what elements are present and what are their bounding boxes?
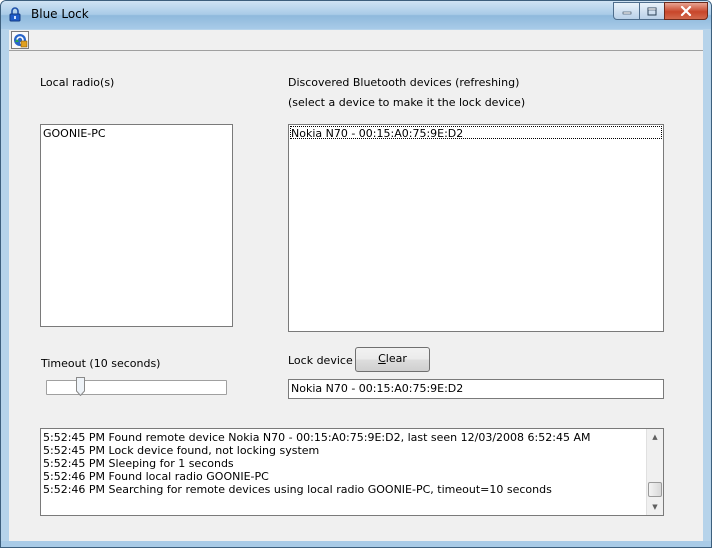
app-window: Blue Lock Local radio(s) Discovered Blue… (0, 0, 712, 548)
window-bottom-border (1, 541, 711, 547)
log-scrollbar[interactable]: ▲ ▼ (646, 429, 663, 515)
title-bar[interactable]: Blue Lock (1, 1, 711, 29)
local-radio-item[interactable]: GOONIE-PC (43, 127, 106, 140)
close-icon (680, 6, 692, 16)
minimize-icon (622, 11, 631, 15)
refresh-button[interactable] (11, 31, 29, 49)
clear-button-label: lear (385, 352, 407, 365)
log-line: 5:52:45 PM Sleeping for 1 seconds (43, 457, 234, 470)
bluetooth-lock-icon (8, 7, 22, 22)
maximize-icon (647, 7, 657, 15)
window-title: Blue Lock (31, 7, 89, 21)
discovered-devices-label: Discovered Bluetooth devices (refreshing… (288, 76, 520, 89)
local-radios-label: Local radio(s) (40, 76, 115, 89)
scroll-down-icon[interactable]: ▼ (647, 499, 663, 515)
lock-device-field[interactable]: Nokia N70 - 00:15:A0:75:9E:D2 (288, 379, 664, 399)
log-line: 5:52:46 PM Searching for remote devices … (43, 483, 552, 496)
refresh-icon (14, 34, 28, 48)
log-line: 5:52:45 PM Lock device found, not lockin… (43, 444, 320, 457)
device-item[interactable]: Nokia N70 - 00:15:A0:75:9E:D2 (291, 127, 463, 140)
activity-log[interactable]: 5:52:45 PM Found remote device Nokia N70… (40, 428, 664, 516)
maximize-button[interactable] (639, 2, 665, 20)
discovered-devices-list[interactable]: Nokia N70 - 00:15:A0:75:9E:D2 (288, 124, 664, 332)
scrollbar-thumb[interactable] (648, 482, 662, 497)
close-button[interactable] (664, 2, 708, 20)
discovered-devices-hint: (select a device to make it the lock dev… (288, 96, 526, 109)
local-radios-list[interactable]: GOONIE-PC (40, 124, 233, 327)
log-line: 5:52:45 PM Found remote device Nokia N70… (43, 431, 591, 444)
timeout-slider[interactable] (46, 380, 227, 395)
timeout-slider-thumb[interactable] (76, 377, 85, 397)
clear-button-mnemonic: C (378, 352, 386, 365)
clear-button[interactable]: Clear (355, 347, 430, 372)
minimize-button[interactable] (613, 2, 640, 20)
timeout-label: Timeout (10 seconds) (41, 357, 161, 370)
client-area: Local radio(s) Discovered Bluetooth devi… (9, 30, 703, 541)
scroll-up-icon[interactable]: ▲ (647, 429, 663, 445)
lock-device-label: Lock device (288, 354, 353, 367)
log-line: 5:52:46 PM Found local radio GOONIE-PC (43, 470, 269, 483)
toolbar (9, 30, 703, 51)
